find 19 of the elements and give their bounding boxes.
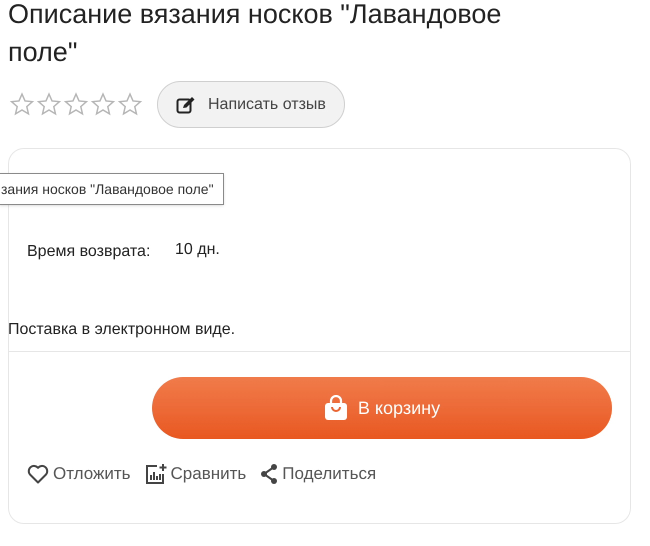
star-icon[interactable] [117,92,143,117]
star-icon[interactable] [36,92,62,117]
share-icon [260,462,278,485]
heart-icon [27,464,49,484]
return-label: Время возврата: [27,242,152,262]
star-icon[interactable] [9,92,35,117]
write-review-button[interactable]: Написать отзыв [157,81,345,128]
delivery-note: Поставка в электронном виде. [8,320,236,340]
return-value: 10 дн. [175,240,220,260]
chart-plus-icon [144,462,167,485]
shopping-bag-icon [324,395,348,421]
star-icon[interactable] [90,92,116,117]
wishlist-link[interactable]: Отложить [27,461,131,486]
tooltip: зания носков "Лавандовое поле" [0,173,224,205]
compare-link[interactable]: Сравнить [144,461,246,486]
share-link[interactable]: Поделиться [260,461,376,486]
star-icon[interactable] [63,92,89,117]
edit-icon [176,96,196,114]
page-title: Описание вязания носков "Лавандовое поле" [8,0,502,69]
